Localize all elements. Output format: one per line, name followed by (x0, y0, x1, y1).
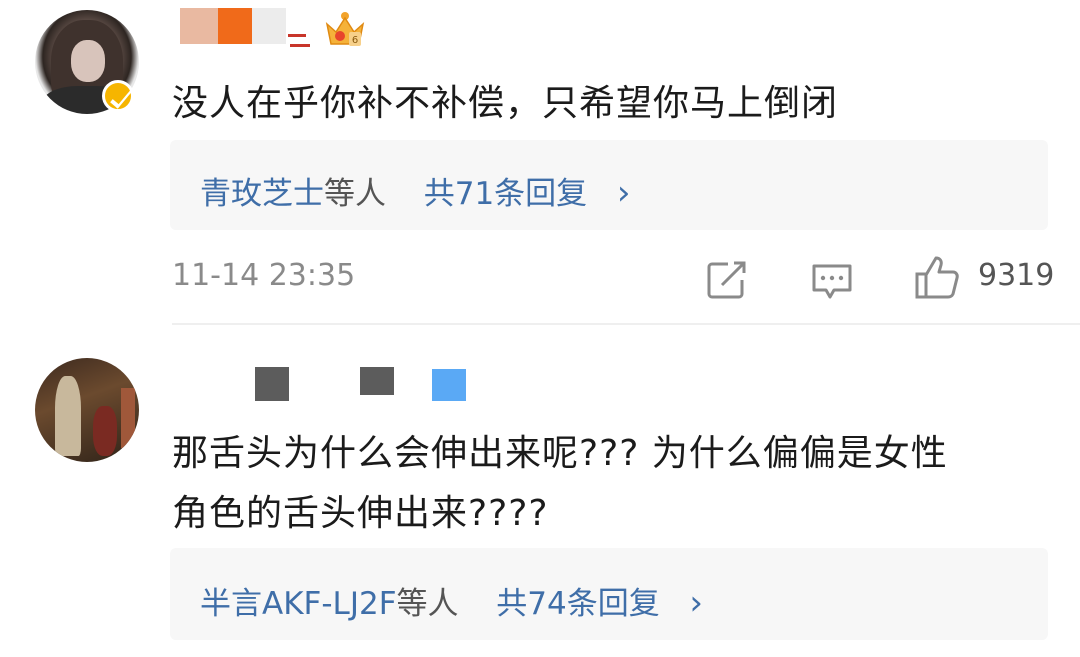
share-icon[interactable] (706, 260, 748, 300)
reply-user-link[interactable]: 半言AKF-LJ2F (200, 586, 397, 622)
comment-divider (172, 323, 1080, 325)
reply-user-link[interactable]: 青玫芝士 (200, 176, 324, 212)
svg-text:6: 6 (352, 35, 358, 46)
chevron-right-icon: › (616, 173, 631, 213)
user-avatar[interactable] (35, 358, 139, 462)
thumbs-up-icon[interactable] (914, 254, 960, 300)
comment-timestamp: 11-14 23:35 (172, 258, 356, 293)
reply-count-link[interactable]: 共71条回复 (424, 176, 587, 212)
comment-text-line-2: 角色的舌头伸出来???? (172, 493, 549, 534)
crown-badge-icon: 6 (325, 12, 365, 46)
comment-text-line-1: 那舌头为什么会伸出来呢??? 为什么偏偏是女性 (172, 433, 948, 474)
reply-suffix: 等人 (324, 176, 386, 212)
verified-badge-icon (102, 80, 134, 112)
chevron-right-icon: › (689, 583, 704, 623)
replies-panel[interactable]: 青玫芝士等人 共71条回复 › (170, 140, 1048, 230)
reply-suffix: 等人 (396, 586, 459, 622)
comment-text: 没人在乎你补不补偿，只希望你马上倒闭 (172, 83, 839, 124)
like-count: 9319 (978, 258, 1055, 293)
replies-panel[interactable]: 半言AKF-LJ2F等人 共74条回复 › (170, 548, 1048, 640)
reply-count-link[interactable]: 共74条回复 (496, 586, 659, 622)
comment-icon[interactable] (810, 262, 854, 302)
